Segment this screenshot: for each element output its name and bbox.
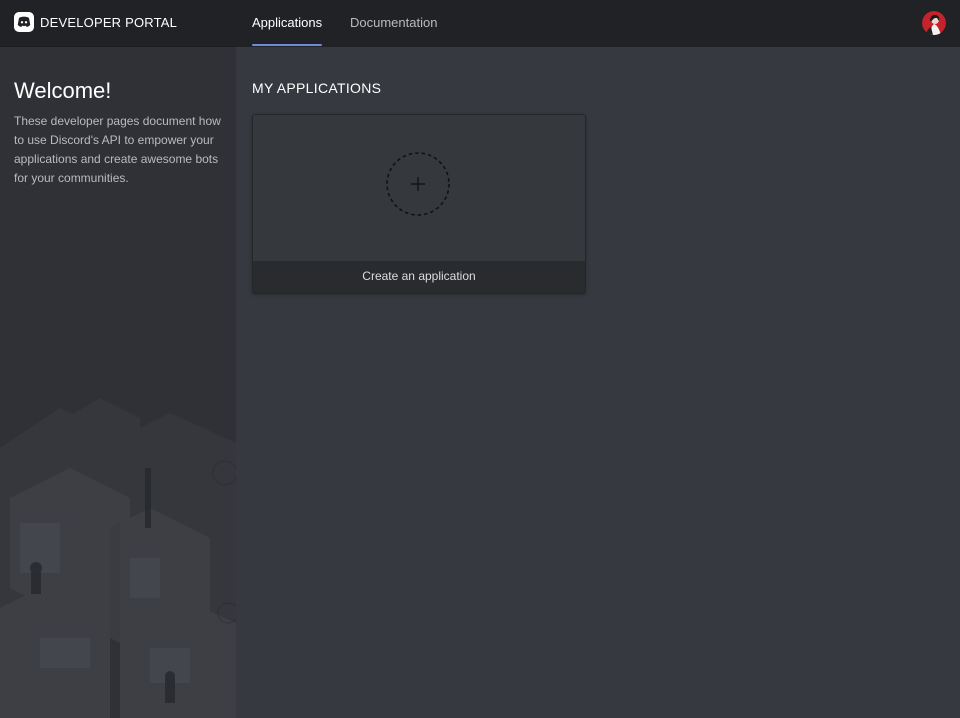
discord-logo-icon [14,12,34,32]
section-title: MY APPLICATIONS [252,80,382,96]
create-application-label: Create an application [253,261,585,293]
tab-documentation-label: Documentation [350,15,438,30]
main-content: MY APPLICATIONS Create an application [236,46,960,718]
plus-icon [386,152,450,216]
brand-title: DEVELOPER PORTAL [40,14,178,30]
tab-documentation[interactable]: Documentation [350,0,437,46]
brand[interactable]: DEVELOPER PORTAL [14,12,177,32]
welcome-title: Welcome! [14,78,112,103]
isometric-city-illustration [0,398,236,718]
user-avatar[interactable] [922,11,946,35]
welcome-description: These developer pages document how to us… [14,114,221,185]
tab-applications[interactable]: Applications [252,0,323,46]
tab-applications-label: Applications [252,15,323,30]
active-tab-indicator [252,44,323,46]
sidebar: Welcome! These developer pages document … [0,46,236,718]
card-artwork [253,115,585,261]
create-application-card[interactable]: Create an application [252,114,586,294]
top-navigation-bar: DEVELOPER PORTAL Applications Documentat… [0,0,960,46]
